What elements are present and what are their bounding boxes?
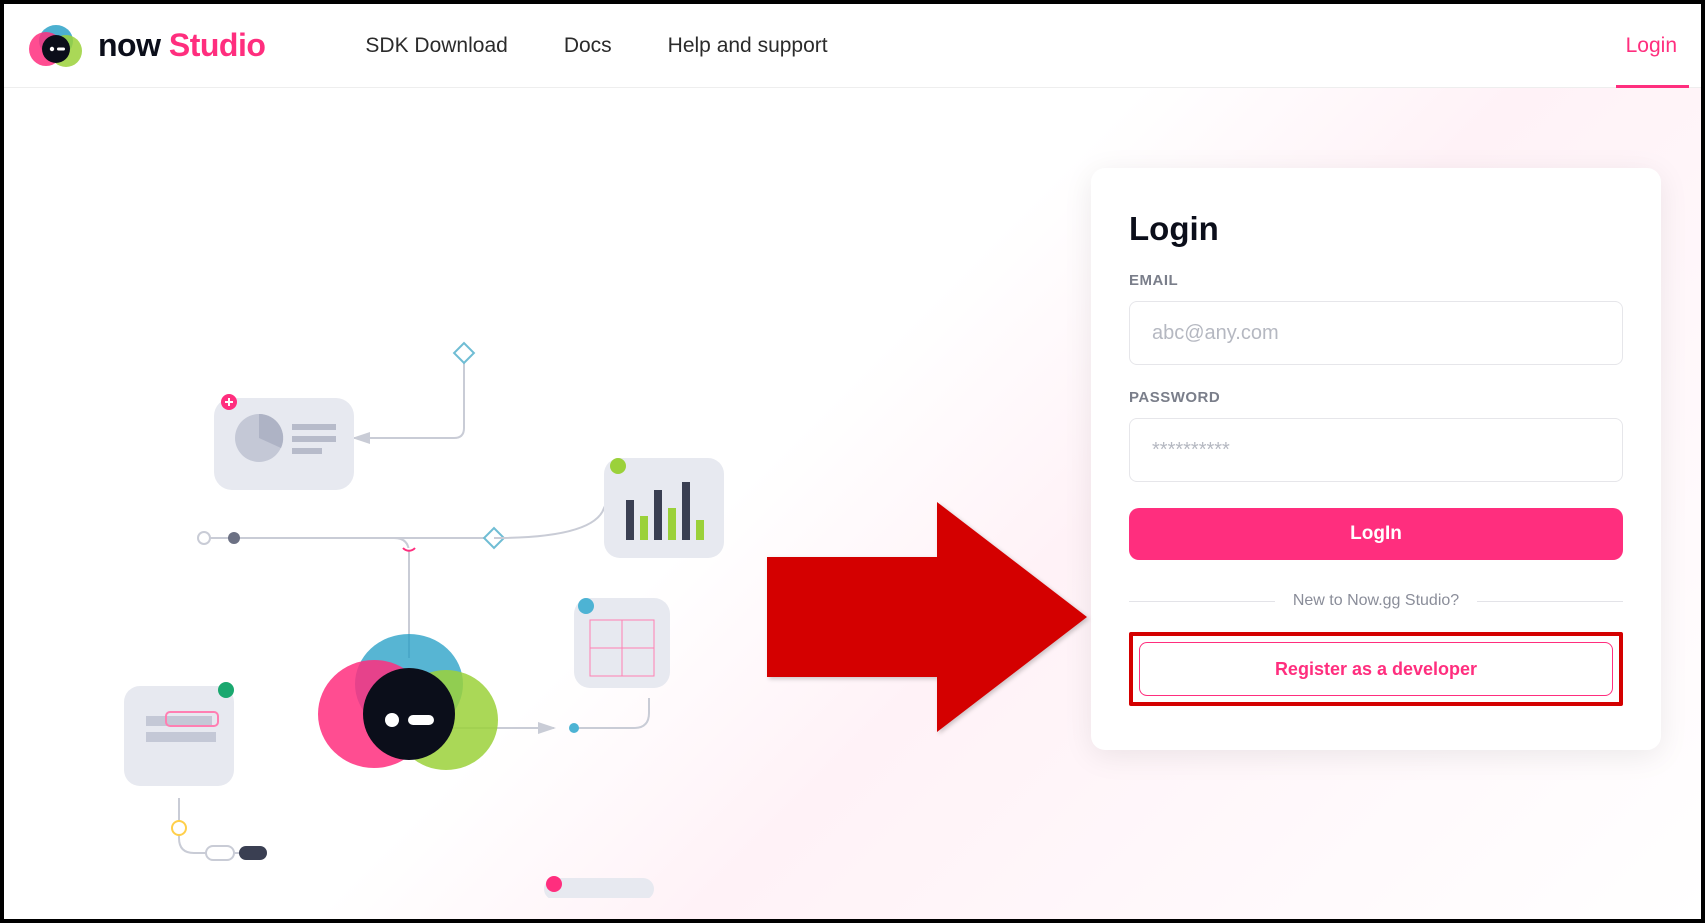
login-title: Login [1129,210,1623,248]
password-label: PASSWORD [1129,389,1623,406]
main-nav: SDK Download Docs Help and support [365,34,827,58]
annotation-arrow-icon [767,502,1087,732]
email-label: EMAIL [1129,272,1623,289]
page-stage: Login EMAIL PASSWORD LogIn New to Now.gg… [4,88,1701,919]
login-button[interactable]: LogIn [1129,508,1623,560]
brand-logo[interactable]: now Studio [28,23,265,69]
separator-text: New to Now.gg Studio? [1129,592,1623,610]
nav-docs[interactable]: Docs [564,34,612,58]
brand-icon [28,23,84,69]
brand-name: now Studio [98,27,265,64]
password-field[interactable] [1129,418,1623,482]
top-header: now Studio SDK Download Docs Help and su… [4,4,1701,88]
nav-help[interactable]: Help and support [668,34,828,58]
background-illustration [74,238,854,898]
login-card: Login EMAIL PASSWORD LogIn New to Now.gg… [1091,168,1661,750]
nav-sdk-download[interactable]: SDK Download [365,34,507,58]
register-developer-button[interactable]: Register as a developer [1139,642,1613,696]
email-field[interactable] [1129,301,1623,365]
annotation-highlight: Register as a developer [1129,632,1623,706]
nav-login[interactable]: Login [1626,6,1677,86]
